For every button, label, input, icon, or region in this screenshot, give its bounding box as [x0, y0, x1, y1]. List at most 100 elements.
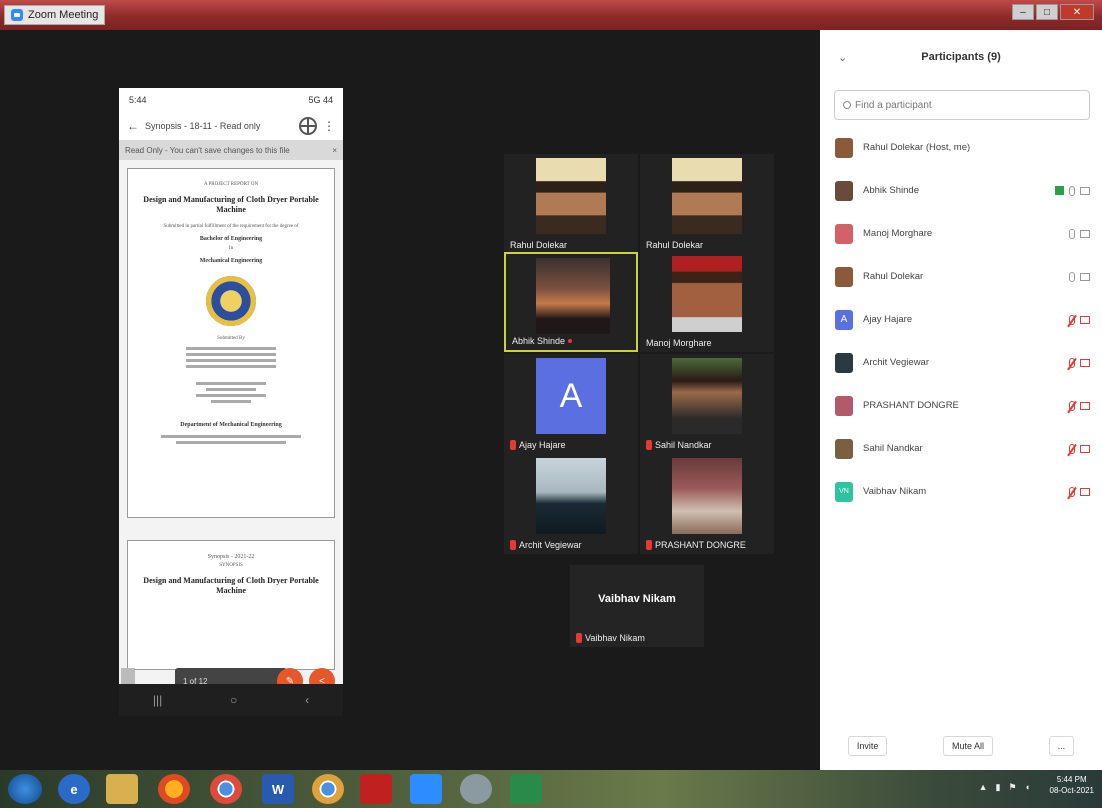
participant-video [536, 158, 606, 234]
doc-degree: Bachelor of Engineering [199, 235, 263, 242]
participant-row[interactable]: Archit Vegiewar [820, 341, 1102, 384]
doc2-title: Design and Manufacturing of Cloth Dryer … [143, 576, 319, 596]
read-only-banner-text: Read Only - You can't save changes to th… [125, 145, 290, 155]
flag-icon[interactable]: ⚑ [1008, 782, 1016, 793]
mute-all-button[interactable]: Mute All [942, 736, 993, 756]
video-tile[interactable]: Rahul Dolekar [504, 154, 638, 254]
video-tile-active-speaker[interactable]: Abhik Shinde [504, 252, 638, 352]
participant-name: Rahul Dolekar [863, 271, 924, 282]
doc-title: Design and Manufacturing of Cloth Dryer … [143, 195, 319, 215]
mic-icon[interactable] [1069, 271, 1075, 282]
participant-name: Vaibhav Nikam [863, 486, 927, 497]
muted-mic-icon [510, 540, 516, 550]
maximize-button[interactable]: □ [1036, 4, 1058, 20]
mic-muted-icon[interactable] [1069, 357, 1075, 368]
camera-off-icon[interactable] [1080, 401, 1090, 410]
zoom-taskbar-icon[interactable] [410, 774, 442, 804]
acrobat-icon[interactable] [360, 774, 392, 804]
participant-search-input[interactable]: Find a participant [834, 90, 1090, 120]
collapse-panel-icon[interactable]: ⌄ [838, 51, 847, 64]
mic-muted-icon[interactable] [1069, 486, 1075, 497]
minimize-button[interactable]: – [1012, 4, 1034, 20]
phone-nav-bar: ||| ○ ‹ [119, 684, 343, 716]
camera-off-icon[interactable] [1080, 487, 1090, 496]
excel-icon[interactable] [510, 774, 542, 804]
participant-row[interactable]: Abhik Shinde [820, 169, 1102, 212]
participant-video [672, 256, 742, 332]
tray-arrow-icon[interactable]: ▲ [979, 782, 988, 793]
camera-off-icon[interactable] [1080, 315, 1090, 324]
mic-muted-icon[interactable] [1069, 314, 1075, 325]
participant-status-icons [1069, 228, 1090, 239]
video-tile[interactable]: Manoj Morghare [640, 252, 774, 352]
tile-name: Rahul Dolekar [646, 240, 704, 250]
ie-browser-icon[interactable]: e [58, 774, 90, 804]
tile-name: Ajay Hajare [510, 440, 566, 450]
window-controls: – □ ✕ [1012, 4, 1094, 20]
participant-row[interactable]: Rahul Dolekar (Host, me) [820, 126, 1102, 169]
muted-mic-icon [576, 633, 582, 643]
camera-off-icon[interactable] [1080, 358, 1090, 367]
participant-status-icons [1069, 271, 1090, 282]
network-icon[interactable]: ▮ [996, 782, 1001, 793]
close-button[interactable]: ✕ [1060, 4, 1094, 20]
phone-time: 5:44 [129, 95, 147, 105]
muted-mic-icon [646, 540, 652, 550]
muted-mic-icon [646, 440, 652, 450]
participants-header: ⌄ Participants (9) [820, 30, 1102, 84]
participant-row[interactable]: Rahul Dolekar [820, 255, 1102, 298]
back-nav-icon: ‹ [305, 693, 310, 707]
video-tile[interactable]: Rahul Dolekar [640, 154, 774, 254]
participant-status-icons [1069, 400, 1090, 411]
word-icon[interactable]: W [262, 774, 294, 804]
mic-muted-icon[interactable] [1069, 443, 1075, 454]
camera-icon[interactable] [1080, 186, 1090, 195]
participant-row[interactable]: VN Vaibhav Nikam [820, 470, 1102, 513]
participant-video [536, 258, 610, 334]
search-placeholder: Find a participant [855, 99, 932, 111]
invite-button[interactable]: Invite [847, 736, 888, 756]
participant-status-icons [1069, 486, 1090, 497]
doc-path: Synopsis - 18-11 - Read only [145, 121, 261, 131]
camera-icon[interactable] [1080, 229, 1090, 238]
media-player-icon[interactable] [460, 774, 492, 804]
chrome-icon[interactable] [210, 774, 242, 804]
start-button-icon[interactable] [8, 774, 42, 804]
participant-avatar [835, 352, 853, 373]
tile-name: Archit Vegiewar [510, 540, 582, 550]
screen-share-icon [1055, 186, 1064, 195]
file-explorer-icon[interactable] [106, 774, 138, 804]
participant-name: PRASHANT DONGRE [863, 400, 959, 411]
participant-name: Abhik Shinde [863, 185, 919, 196]
video-tile[interactable]: Archit Vegiewar [504, 454, 638, 554]
participant-status-icons [1055, 185, 1090, 196]
participant-avatar [835, 223, 853, 244]
taskbar-clock[interactable]: 5:44 PM 08-Oct-2021 [1050, 775, 1094, 797]
doc-page-1: A PROJECT REPORT ON Design and Manufactu… [127, 168, 335, 518]
video-tile[interactable]: PRASHANT DONGRE [640, 454, 774, 554]
video-tile-no-video[interactable]: Vaibhav Nikam Vaibhav Nikam [570, 565, 704, 647]
participant-row[interactable]: Manoj Morghare [820, 212, 1102, 255]
mic-icon[interactable] [1069, 185, 1075, 196]
chrome-alt-icon[interactable] [312, 774, 344, 804]
participant-row[interactable]: PRASHANT DONGRE [820, 384, 1102, 427]
doc-dept: Mechanical Engineering [199, 258, 263, 265]
mic-muted-icon[interactable] [1069, 400, 1075, 411]
muted-mic-icon [568, 339, 573, 343]
participant-row[interactable]: Sahil Nandkar [820, 427, 1102, 470]
participant-avatar [835, 395, 853, 416]
firefox-icon[interactable] [158, 774, 190, 804]
participant-name: Sahil Nandkar [863, 443, 923, 454]
doc-submitted-by: Submitted By [217, 335, 245, 341]
home-icon: ○ [230, 693, 238, 707]
video-tile[interactable]: Sahil Nandkar [640, 354, 774, 454]
participant-status-icons [1069, 443, 1090, 454]
camera-icon[interactable] [1080, 272, 1090, 281]
video-tile[interactable]: A Ajay Hajare [504, 354, 638, 454]
participant-row[interactable]: A Ajay Hajare [820, 298, 1102, 341]
tile-name: Sahil Nandkar [646, 440, 712, 450]
more-options-button[interactable]: ... [1048, 736, 1075, 756]
camera-off-icon[interactable] [1080, 444, 1090, 453]
mic-icon[interactable] [1069, 228, 1075, 239]
volume-icon[interactable]: ◖ [1025, 782, 1030, 793]
